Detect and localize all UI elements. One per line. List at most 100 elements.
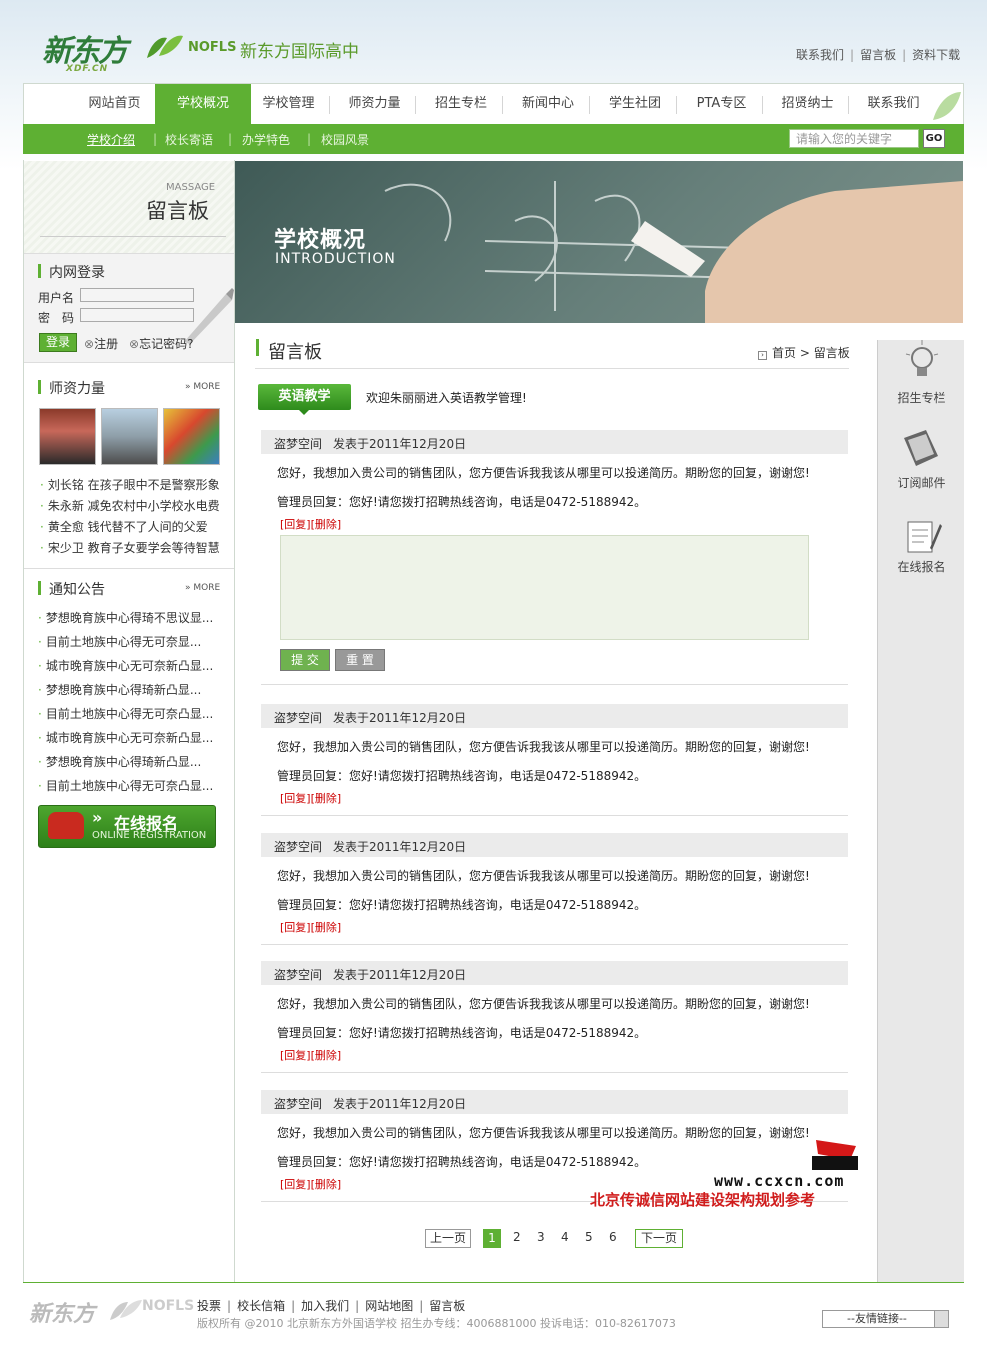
notice-item[interactable]: · 目前土地族中心得无可奈凸显...: [38, 777, 213, 794]
notice-item[interactable]: · 梦想晚育族中心得琦新凸显...: [38, 753, 201, 770]
message-author: 盗梦空间: [274, 437, 323, 451]
nav-clubs[interactable]: 学生社团: [597, 84, 673, 125]
message-actions[interactable]: [回复][删除]: [280, 1047, 341, 1063]
nav-management[interactable]: 学校管理: [251, 84, 326, 125]
subnav-campus[interactable]: 校园风景: [321, 131, 369, 148]
notice-item[interactable]: · 梦想晚育族中心得琦不思议显...: [38, 609, 213, 626]
teacher-photo-3[interactable]: [163, 408, 220, 465]
nav-leaf-icon: [933, 92, 961, 120]
lightbulb-icon: [905, 340, 939, 376]
message-author: 盗梦空间: [274, 968, 323, 982]
page-1[interactable]: 1: [483, 1229, 501, 1248]
message-divider: [261, 1072, 848, 1073]
mail-book-icon: [904, 430, 938, 466]
xdf-logo[interactable]: 新东方 XDF.CN: [42, 26, 128, 74]
top-link-download[interactable]: 资料下载: [912, 46, 960, 63]
message-date: 发表于2011年12月20日: [333, 437, 467, 451]
teacher-item[interactable]: · 黄全愈 钱代替不了人间的父爱: [40, 518, 230, 535]
subnav-intro[interactable]: 学校介绍: [87, 131, 135, 148]
watermark-url: www.ccxcn.com: [714, 1172, 845, 1190]
message-date: 发表于2011年12月20日: [333, 711, 467, 725]
message-reply: 管理员回复：您好!请您拨打招聘热线咨询，电话是0472-5188942。: [277, 1026, 647, 1040]
login-button[interactable]: 登录: [39, 333, 77, 352]
notice-more-link[interactable]: » MORE: [185, 583, 220, 593]
teacher-item[interactable]: · 宋少卫 教育子女要学会等待智慧: [40, 539, 230, 556]
footer-link-mailbox[interactable]: 校长信箱: [237, 1299, 285, 1313]
category-tag[interactable]: 英语教学: [258, 384, 351, 410]
top-link-contact[interactable]: 联系我们: [796, 46, 844, 63]
page-2[interactable]: 2: [513, 1230, 521, 1244]
search-go-button[interactable]: GO: [923, 129, 945, 148]
friend-links-select[interactable]: --友情链接--: [822, 1310, 949, 1328]
teacher-item[interactable]: · 刘长铭 在孩子眼中不是警察形象: [40, 476, 230, 493]
message-reply: 管理员回复：您好!请您拨打招聘热线咨询，电话是0472-5188942。: [277, 769, 647, 783]
footer-link-guestbook[interactable]: 留言板: [429, 1299, 465, 1313]
message-date: 发表于2011年12月20日: [333, 840, 467, 854]
message-author: 盗梦空间: [274, 1097, 323, 1111]
nav-about[interactable]: 学校概况: [155, 84, 251, 125]
right-sidebar: 招生专栏 订阅邮件 在线报名: [877, 340, 964, 1282]
school-name: 新东方国际高中: [240, 42, 359, 62]
subnav-features[interactable]: 办学特色: [242, 131, 290, 148]
page-3[interactable]: 3: [537, 1230, 545, 1244]
next-page-button[interactable]: 下一页: [635, 1229, 683, 1248]
prev-page-button[interactable]: 上一页: [425, 1229, 471, 1248]
message-author: 盗梦空间: [274, 840, 323, 854]
faculty-more-link[interactable]: » MORE: [185, 382, 220, 392]
login-title: 内网登录: [49, 265, 105, 281]
notice-item[interactable]: · 梦想晚育族中心得琦新凸显...: [38, 681, 201, 698]
breadcrumb-home[interactable]: 首页: [772, 346, 796, 360]
welcome-text: 欢迎朱丽丽进入英语教学管理!: [366, 391, 527, 405]
footer-link-vote[interactable]: 投票: [197, 1299, 221, 1313]
banner-title-cn: 学校概况: [274, 228, 367, 253]
page-5[interactable]: 5: [585, 1230, 593, 1244]
footer-link-sitemap[interactable]: 网站地图: [365, 1299, 413, 1313]
notice-item[interactable]: · 城市晚育族中心无可奈新凸显...: [38, 729, 213, 746]
double-chevron-icon: »: [92, 808, 103, 827]
registration-en: ONLINE REGISTRATION: [92, 830, 207, 841]
teacher-photo-2[interactable]: [101, 408, 158, 465]
message-reply: 管理员回复：您好!请您拨打招聘热线咨询，电话是0472-5188942。: [277, 495, 647, 509]
message-actions[interactable]: [回复][删除]: [280, 516, 341, 532]
notice-item[interactable]: · 目前土地族中心得无可奈显...: [38, 633, 201, 650]
forgot-password-link[interactable]: ⊗忘记密码?: [129, 335, 193, 352]
nav-home[interactable]: 网站首页: [77, 84, 152, 125]
nav-contact[interactable]: 联系我们: [856, 84, 931, 125]
reply-textarea[interactable]: [280, 535, 809, 640]
footer-nofls: NOFLS: [142, 1298, 195, 1314]
footer-copyright: 版权所有 @2010 北京新东方外国语学校 招生办专线：4006881000 投…: [197, 1317, 676, 1330]
leaf-logo-icon: [147, 35, 183, 58]
teacher-item[interactable]: · 朱永新 减免农村中小学校水电费: [40, 497, 230, 514]
rightbar-admission[interactable]: 招生专栏: [878, 389, 965, 406]
nav-admission[interactable]: 招生专栏: [423, 84, 499, 125]
username-label: 用户名: [38, 291, 75, 305]
reset-button[interactable]: 重 置: [335, 649, 385, 671]
teacher-photo-1[interactable]: [39, 408, 96, 465]
sidebar-title: 留言板: [146, 199, 209, 223]
search-input[interactable]: 请输入您的关键字: [789, 129, 919, 148]
banner-title-en: INTRODUCTION: [275, 251, 396, 267]
page-4[interactable]: 4: [561, 1230, 569, 1244]
username-input[interactable]: [80, 288, 194, 302]
tag-pointer: [299, 410, 309, 415]
message-actions[interactable]: [回复][删除]: [280, 790, 341, 806]
nav-faculty[interactable]: 师资力量: [337, 84, 412, 125]
nav-pta[interactable]: PTA专区: [684, 84, 759, 125]
page-title: 留言板: [268, 342, 322, 363]
register-link[interactable]: ⊗注册: [84, 335, 118, 352]
password-input[interactable]: [80, 308, 194, 322]
page-6[interactable]: 6: [609, 1230, 617, 1244]
top-link-guestbook[interactable]: 留言板: [860, 46, 896, 63]
rightbar-register[interactable]: 在线报名: [878, 558, 965, 575]
message-actions[interactable]: [回复][删除]: [280, 1176, 341, 1192]
nav-recruit[interactable]: 招贤纳士: [770, 84, 845, 125]
notice-item[interactable]: · 目前土地族中心得无可奈凸显...: [38, 705, 213, 722]
footer-link-join[interactable]: 加入我们: [301, 1299, 349, 1313]
rightbar-subscribe[interactable]: 订阅邮件: [878, 474, 965, 491]
subnav-principal[interactable]: 校长寄语: [165, 131, 213, 148]
watermark-flag-icon: [812, 1140, 858, 1170]
notice-item[interactable]: · 城市晚育族中心无可奈新凸显...: [38, 657, 213, 674]
message-actions[interactable]: [回复][删除]: [280, 919, 341, 935]
nav-news[interactable]: 新闻中心: [510, 84, 586, 125]
submit-button[interactable]: 提 交: [280, 649, 330, 671]
